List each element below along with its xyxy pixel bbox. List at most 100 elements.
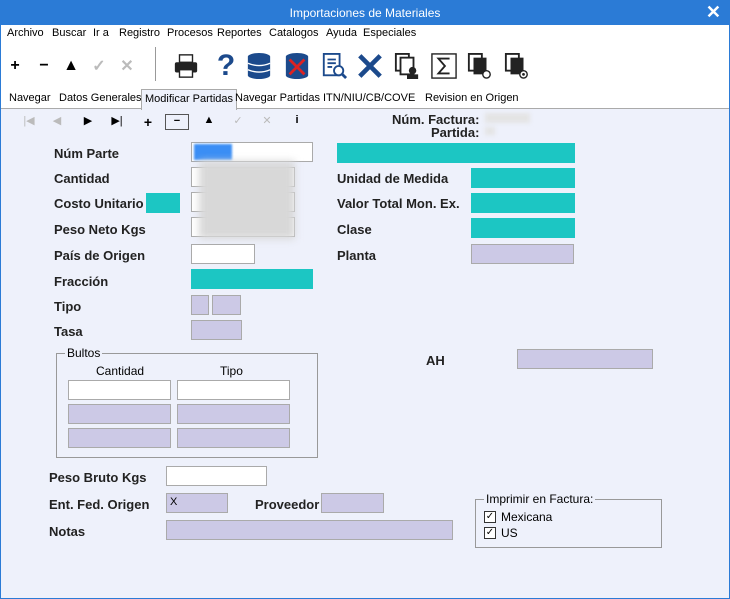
menu-ir-a[interactable]: Ir a	[93, 27, 109, 39]
tab-navegar-partidas[interactable]: Navegar Partidas	[235, 92, 320, 104]
document-settings-icon[interactable]	[504, 53, 530, 79]
add-record-icon[interactable]: +	[138, 114, 158, 130]
tab-datos-generales[interactable]: Datos Generales	[59, 92, 142, 104]
menu-ayuda[interactable]: Ayuda	[326, 27, 357, 39]
tab-modificar-partidas[interactable]: Modificar Partidas	[141, 89, 238, 110]
confirm-record-icon[interactable]: ✓	[228, 114, 248, 130]
cantidad-label: Cantidad	[54, 171, 110, 186]
remove-icon[interactable]: −	[34, 53, 54, 79]
ah-input[interactable]	[517, 349, 653, 369]
prev-record-icon[interactable]: ◀	[47, 114, 67, 130]
partida-label: Partida:	[431, 125, 480, 140]
document-user-icon[interactable]	[394, 53, 420, 79]
tab-itn-niu-cb-cove[interactable]: ITN/NIU/CB/COVE	[323, 92, 415, 104]
move-up-icon[interactable]: ▲	[199, 114, 219, 130]
us-checkbox[interactable]: ✓	[484, 527, 496, 539]
window-title: Importaciones de Materiales	[289, 6, 441, 20]
report-search-icon[interactable]	[321, 53, 347, 80]
last-record-icon[interactable]: ▶|	[107, 114, 127, 130]
fraccion-input[interactable]	[191, 269, 313, 289]
mexicana-checkbox[interactable]: ✓	[484, 511, 496, 523]
remove-record-icon[interactable]: −	[165, 114, 189, 130]
add-icon[interactable]: +	[5, 53, 25, 79]
proveedor-label: Proveedor	[255, 497, 320, 512]
title-bar: Importaciones de Materiales ✕	[1, 1, 729, 25]
mexicana-label: Mexicana	[501, 510, 553, 524]
pais-origen-input[interactable]	[191, 244, 255, 264]
tab-revision-en-origen[interactable]: Revision en Origen	[425, 92, 519, 104]
bultos-tipo-input-3[interactable]	[177, 428, 290, 448]
bultos-cantidad-input-1[interactable]	[68, 380, 171, 400]
bultos-tipo-input-1[interactable]	[177, 380, 290, 400]
toolbar-separator	[155, 47, 156, 81]
valor-total-label: Valor Total Mon. Ex.	[337, 196, 460, 211]
main-window: Importaciones de Materiales ✕ Archivo Bu…	[0, 0, 730, 599]
confirm-icon[interactable]: ✓	[89, 53, 109, 79]
peso-bruto-input[interactable]	[166, 466, 267, 486]
menu-procesos[interactable]: Procesos	[167, 27, 213, 39]
unidad-medida-input[interactable]	[471, 168, 575, 188]
tasa-label: Tasa	[54, 324, 83, 339]
close-icon[interactable]: ✕	[706, 3, 721, 21]
cancel-record-icon[interactable]: ✕	[257, 114, 277, 130]
valor-total-input[interactable]	[471, 193, 575, 213]
us-label: US	[501, 526, 518, 540]
peso-bruto-label: Peso Bruto Kgs	[49, 470, 147, 485]
sum-icon[interactable]	[431, 53, 457, 79]
tasa-input[interactable]	[191, 320, 242, 340]
partida-value	[485, 127, 495, 135]
num-parte-selection	[194, 144, 232, 160]
first-record-icon[interactable]: |◀	[19, 114, 39, 130]
bultos-cantidad-header: Cantidad	[96, 364, 145, 378]
ent-fed-origen-input[interactable]: X	[166, 493, 228, 513]
up-icon[interactable]: ▲	[61, 53, 81, 79]
toolbar: + − ▲ ✓ ✕ ?	[1, 43, 729, 89]
bultos-cantidad-input-3[interactable]	[68, 428, 171, 448]
bultos-title: Bultos	[65, 346, 103, 360]
menu-catalogos[interactable]: Catalogos	[269, 27, 319, 39]
database-icon[interactable]	[246, 53, 272, 79]
bultos-tipo-input-2[interactable]	[177, 404, 290, 424]
pais-origen-label: País de Origen	[54, 248, 146, 263]
cancel-icon[interactable]: ✕	[117, 53, 137, 79]
menu-reportes[interactable]: Reportes	[217, 27, 262, 39]
delete-icon[interactable]	[357, 53, 383, 79]
tipo-input[interactable]	[212, 295, 241, 315]
tipo-label: Tipo	[54, 299, 82, 314]
info-icon[interactable]: i	[287, 114, 307, 130]
costo-unitario-currency[interactable]	[146, 193, 180, 213]
print-icon[interactable]	[173, 53, 199, 79]
menu-registro[interactable]: Registro	[119, 27, 160, 39]
num-parte-label: Núm Parte	[54, 146, 120, 161]
unidad-medida-label: Unidad de Medida	[337, 171, 449, 186]
notas-input[interactable]	[166, 520, 453, 540]
tab-navegar[interactable]: Navegar	[9, 92, 51, 104]
clase-input[interactable]	[471, 218, 575, 238]
tipo-code-input[interactable]	[191, 295, 209, 315]
redacted-values	[199, 161, 295, 239]
menu-bar: Archivo Buscar Ir a Registro Procesos Re…	[1, 25, 729, 43]
bultos-tipo-header: Tipo	[220, 364, 243, 378]
proveedor-input[interactable]	[321, 493, 384, 513]
costo-unitario-label: Costo Unitario	[54, 196, 144, 211]
descripcion-input[interactable]	[337, 143, 575, 163]
documents-icon[interactable]	[467, 53, 493, 79]
menu-buscar[interactable]: Buscar	[52, 27, 86, 39]
menu-archivo[interactable]: Archivo	[7, 27, 44, 39]
menu-especiales[interactable]: Especiales	[363, 27, 416, 39]
ent-fed-origen-label: Ent. Fed. Origen	[49, 497, 150, 512]
planta-label: Planta	[337, 248, 377, 263]
next-record-icon[interactable]: ▶	[78, 114, 98, 130]
peso-neto-label: Peso Neto Kgs	[54, 222, 146, 237]
clase-label: Clase	[337, 222, 372, 237]
notas-label: Notas	[49, 524, 86, 539]
ah-label: AH	[426, 353, 445, 368]
bultos-cantidad-input-2[interactable]	[68, 404, 171, 424]
planta-input[interactable]	[471, 244, 574, 264]
fraccion-label: Fracción	[54, 274, 109, 289]
imprimir-title: Imprimir en Factura:	[484, 492, 596, 506]
tab-bar: Navegar Datos Generales Modificar Partid…	[1, 89, 729, 110]
help-icon[interactable]: ?	[213, 49, 239, 82]
database-delete-icon[interactable]	[284, 53, 310, 79]
factura-value	[485, 113, 530, 123]
